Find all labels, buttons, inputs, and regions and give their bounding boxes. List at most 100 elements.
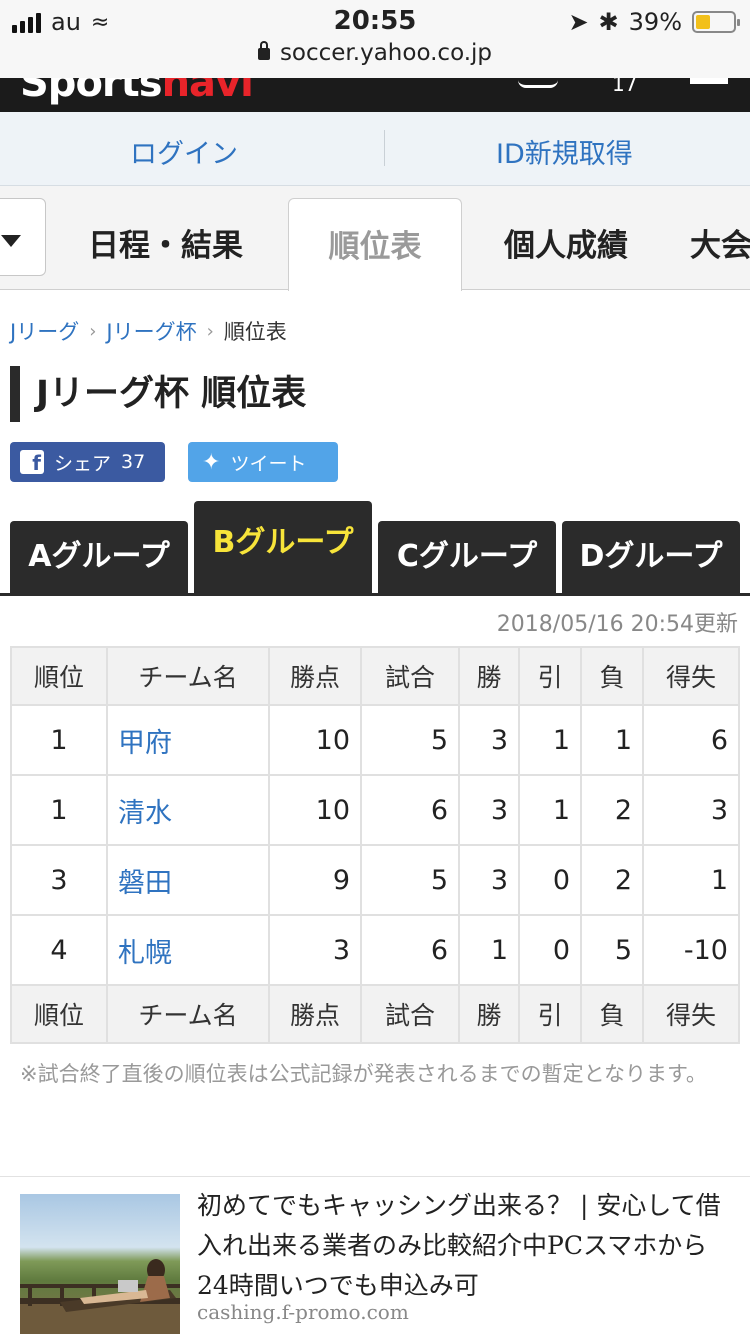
logo-text-b: navi: [161, 78, 254, 106]
breadcrumb-jleague-cup[interactable]: Jリーグ杯: [106, 316, 196, 346]
battery-percent: 39%: [628, 8, 682, 36]
login-link[interactable]: ログイン: [130, 132, 238, 171]
cell-points: 10: [268, 704, 362, 776]
cell-losses: 5: [580, 914, 644, 986]
table-footer-row: 順位 チーム名 勝点 試合 勝 引 負 得失: [10, 984, 740, 1044]
cell-played: 6: [360, 914, 460, 986]
cell-wins: 3: [458, 774, 520, 846]
cell-draws: 0: [518, 844, 582, 916]
logo-text-a: Sports: [20, 78, 163, 106]
login-divider: [384, 130, 385, 166]
footer-goal-diff: 得失: [642, 984, 740, 1044]
standings-table: 順位 チーム名 勝点 試合 勝 引 負 得失 1 甲府 10 5 3 1 1 6…: [10, 646, 740, 1044]
updated-timestamp: 2018/05/16 20:54更新: [496, 612, 738, 637]
team-link[interactable]: 札幌: [118, 938, 172, 969]
bluetooth-icon: ✱: [598, 8, 619, 36]
page-title: Jリーグ杯 順位表: [10, 366, 306, 422]
cell-points: 9: [268, 844, 362, 916]
facebook-share-button[interactable]: f シェア 37: [10, 442, 165, 482]
header-wins: 勝: [458, 646, 520, 706]
cell-team: 清水: [106, 774, 270, 846]
ad-image[interactable]: [20, 1194, 180, 1334]
twitter-icon: ✦: [202, 449, 221, 475]
login-bar: ログイン ID新規取得: [0, 112, 750, 186]
nav-tabs: 日程・結果 順位表 個人成績 大会: [0, 186, 750, 291]
cell-team: 磐田: [106, 844, 270, 916]
status-bar: au ≈ 20:55 ➤ ✱ 39% soccer.yahoo.co.jp: [0, 0, 750, 78]
facebook-share-label: シェア: [54, 452, 112, 475]
cell-team: 甲府: [106, 704, 270, 776]
header-losses: 負: [580, 646, 644, 706]
cell-wins: 3: [458, 704, 520, 776]
cell-rank: 4: [10, 914, 108, 986]
footer-played: 試合: [360, 984, 460, 1044]
provisional-note: ※試合終了直後の順位表は公式記録が発表されるまでの暫定となります。: [20, 1062, 707, 1086]
footer-rank: 順位: [10, 984, 108, 1044]
ad-title-link[interactable]: 初めてでもキャッシング出来る？ | 安心して借入れ出来る業者のみ比較紹介中PCス…: [197, 1186, 727, 1306]
header-goal-diff: 得失: [642, 646, 740, 706]
table-row: 4 札幌 3 6 1 0 5 -10: [10, 914, 740, 986]
chevron-right-icon: ›: [206, 320, 214, 342]
signup-link[interactable]: ID新規取得: [496, 132, 633, 171]
cell-rank: 3: [10, 844, 108, 916]
team-link[interactable]: 甲府: [118, 728, 172, 759]
table-header-row: 順位 チーム名 勝点 試合 勝 引 負 得失: [10, 646, 740, 706]
facebook-icon: f: [20, 450, 44, 474]
tab-stats[interactable]: 個人成績: [504, 220, 628, 265]
footer-wins: 勝: [458, 984, 520, 1044]
cell-draws: 1: [518, 774, 582, 846]
group-tabs: Aグループ Bグループ Cグループ Dグループ: [0, 500, 750, 596]
site-header: Sportsnavi 17: [0, 78, 750, 112]
tab-group-c[interactable]: Cグループ: [378, 521, 556, 593]
nav-dropdown-button[interactable]: [0, 198, 46, 276]
ad-photo-illustration: [20, 1259, 180, 1334]
header-rank: 順位: [10, 646, 108, 706]
facebook-share-count: 37: [121, 451, 146, 473]
tab-group-a[interactable]: Aグループ: [10, 521, 188, 593]
cell-goal-diff: -10: [642, 914, 740, 986]
header-points: 勝点: [268, 646, 362, 706]
tab-group-b[interactable]: Bグループ: [194, 501, 372, 593]
cell-losses: 2: [580, 774, 644, 846]
address-bar[interactable]: soccer.yahoo.co.jp: [0, 40, 750, 66]
breadcrumb-jleague[interactable]: Jリーグ: [10, 316, 79, 346]
battery-icon: [692, 11, 740, 33]
tweet-label: ツイート: [230, 452, 307, 475]
triangle-down-icon: [1, 235, 21, 247]
cell-draws: 1: [518, 704, 582, 776]
cell-goal-diff: 6: [642, 704, 740, 776]
breadcrumb: Jリーグ › Jリーグ杯 › 順位表: [10, 316, 287, 346]
footer-points: 勝点: [268, 984, 362, 1044]
url-text: soccer.yahoo.co.jp: [279, 40, 493, 66]
mail-icon[interactable]: [518, 78, 558, 88]
cell-losses: 2: [580, 844, 644, 916]
cell-played: 5: [360, 704, 460, 776]
status-right: ➤ ✱ 39%: [568, 8, 740, 36]
chevron-right-icon: ›: [89, 320, 97, 342]
table-row: 3 磐田 9 5 3 0 2 1: [10, 844, 740, 916]
cell-losses: 1: [580, 704, 644, 776]
cell-played: 6: [360, 774, 460, 846]
breadcrumb-current: 順位表: [223, 320, 287, 344]
cell-rank: 1: [10, 774, 108, 846]
notification-badge[interactable]: 17: [612, 78, 637, 96]
tab-tournament[interactable]: 大会: [690, 220, 750, 265]
cell-draws: 0: [518, 914, 582, 986]
tab-standings[interactable]: 順位表: [288, 198, 462, 291]
footer-losses: 負: [580, 984, 644, 1044]
footer-draws: 引: [518, 984, 582, 1044]
site-logo[interactable]: Sportsnavi: [20, 78, 254, 106]
team-link[interactable]: 清水: [118, 798, 172, 829]
tab-group-d[interactable]: Dグループ: [562, 521, 740, 593]
tab-schedule[interactable]: 日程・結果: [88, 220, 243, 265]
cell-points: 3: [268, 914, 362, 986]
cell-wins: 1: [458, 914, 520, 986]
cell-points: 10: [268, 774, 362, 846]
cell-wins: 3: [458, 844, 520, 916]
team-link[interactable]: 磐田: [118, 868, 172, 899]
tweet-button[interactable]: ✦ ツイート: [188, 442, 338, 482]
ad-domain: cashing.f-promo.com: [197, 1300, 409, 1324]
cell-team: 札幌: [106, 914, 270, 986]
menu-icon[interactable]: [690, 78, 728, 84]
lock-icon: [257, 41, 270, 60]
